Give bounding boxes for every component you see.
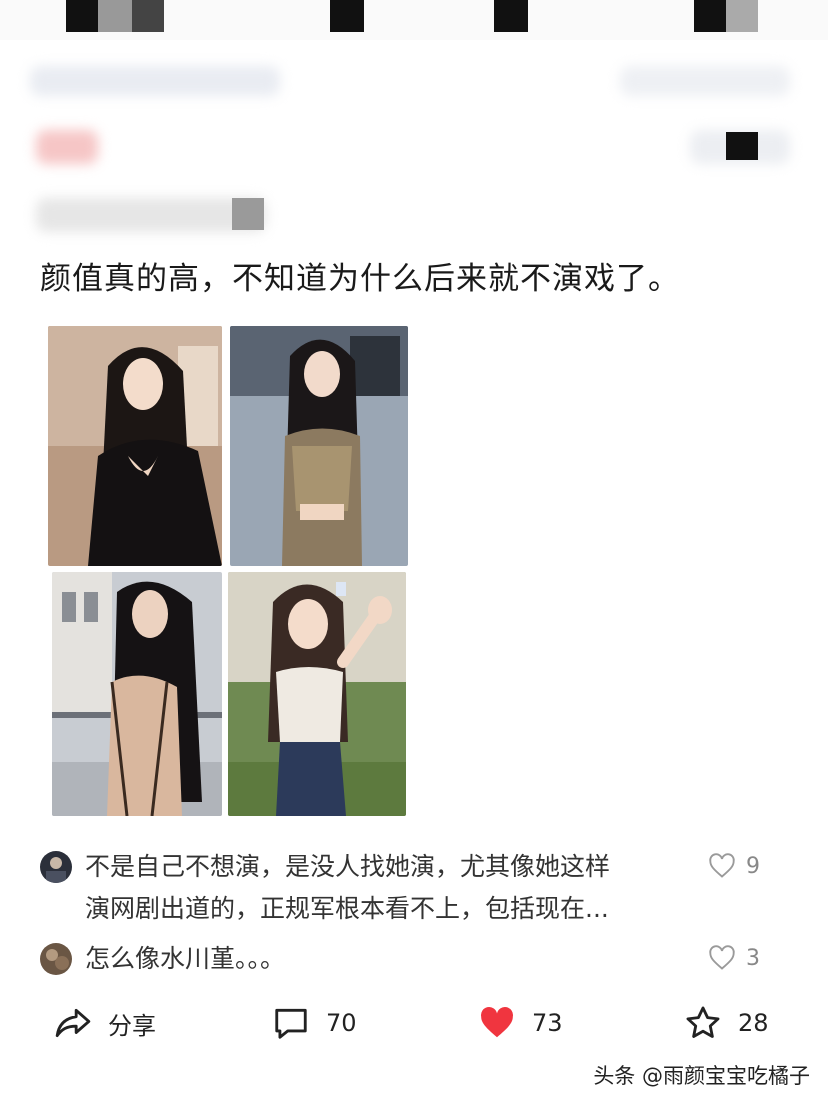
comment-like-count: 3 (746, 945, 760, 971)
heart-outline-icon (709, 945, 735, 970)
comment-count: 70 (326, 1009, 357, 1037)
redaction-block (330, 0, 364, 32)
post-photo[interactable] (230, 326, 408, 566)
avatar[interactable] (40, 851, 72, 883)
heart-outline-icon (709, 853, 735, 878)
comment-text: 怎么像水川堇。。。 (85, 944, 286, 973)
like-count: 73 (532, 1009, 563, 1037)
redaction-block (694, 0, 726, 32)
watermark: 头条 @雨颜宝宝吃橘子 (593, 1064, 810, 1088)
share-label: 分享 (108, 1011, 156, 1040)
avatar[interactable] (40, 943, 72, 975)
comment-like-button[interactable]: 3 (708, 944, 760, 972)
post-photo[interactable] (48, 326, 222, 566)
comment-line: 不是自己不想演，是没人找她演，尤其像她这样 (85, 852, 611, 881)
redaction-block (232, 198, 264, 230)
heart-filled-icon (481, 1007, 513, 1038)
redaction-block (494, 0, 528, 32)
like-button[interactable]: 73 (478, 995, 563, 1051)
favorite-button[interactable]: 28 (684, 995, 769, 1051)
comment-button[interactable]: 70 (272, 995, 357, 1051)
redacted-username (30, 66, 280, 96)
photo-grid (48, 326, 408, 816)
action-bar: 分享 70 73 28 (0, 995, 828, 1051)
comment-text: 不是自己不想演，是没人找她演，尤其像她这样 演网剧出道的，正规军根本看不上，包括… (85, 846, 685, 930)
redaction-block (98, 0, 132, 32)
redacted-info (620, 66, 790, 96)
post-text: 颜值真的高，不知道为什么后来就不演戏了。 (40, 261, 680, 297)
comment-item[interactable]: 怎么像水川堇。。。 3 (40, 940, 800, 984)
share-icon (55, 1008, 91, 1038)
redaction-block (132, 0, 164, 32)
redaction-block (66, 0, 98, 32)
star-icon (686, 1006, 720, 1038)
comment-icon (275, 1008, 307, 1039)
comment-line: 演网剧出道的，正规军根本看不上，包括现在... (85, 894, 609, 923)
comment-like-count: 9 (746, 853, 760, 879)
post-photo[interactable] (228, 572, 406, 816)
favorite-count: 28 (738, 1009, 769, 1037)
post-photo[interactable] (52, 572, 222, 816)
comment-like-button[interactable]: 9 (708, 852, 760, 880)
redaction-block (726, 132, 758, 160)
redacted-badge (36, 130, 98, 164)
comment-item[interactable]: 不是自己不想演，是没人找她演，尤其像她这样 演网剧出道的，正规军根本看不上，包括… (40, 848, 800, 932)
redaction-block (726, 0, 758, 32)
share-button[interactable]: 分享 (54, 995, 156, 1051)
